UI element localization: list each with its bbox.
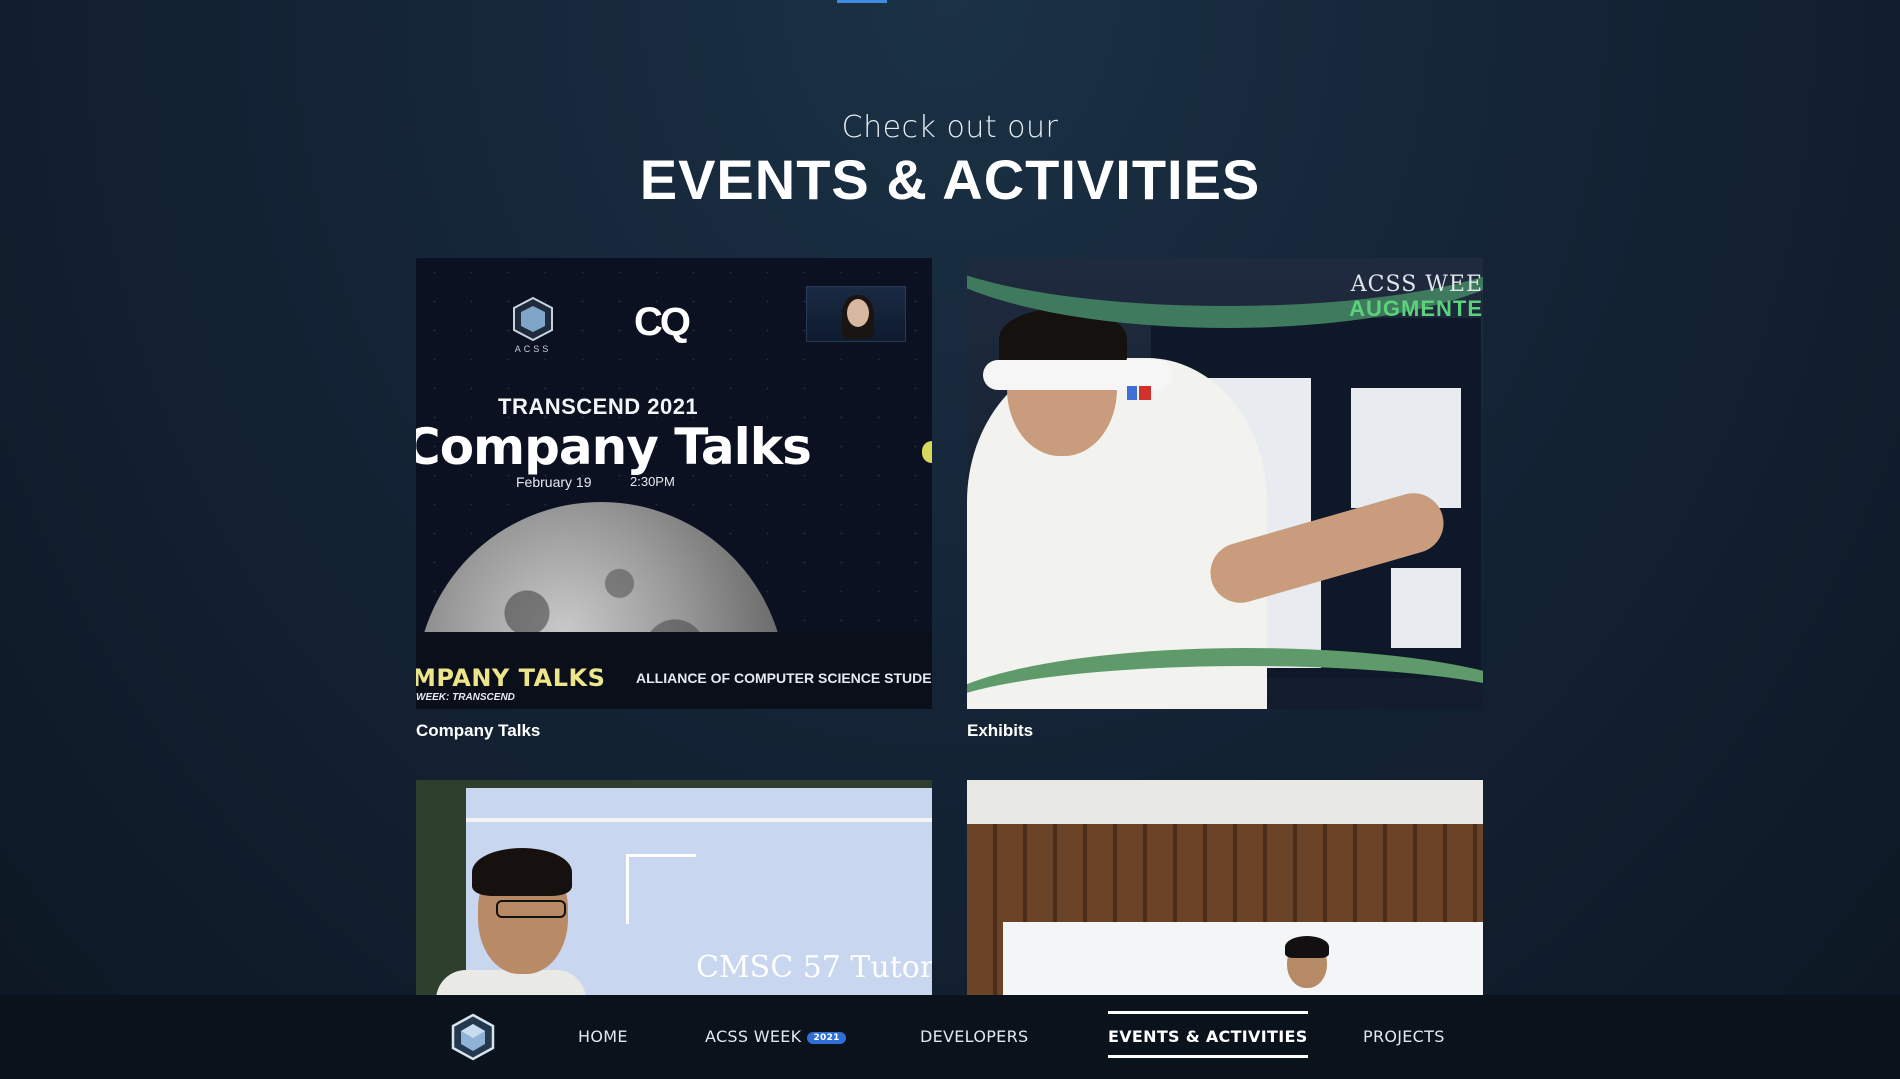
screen-corner-mark <box>626 854 696 924</box>
hexagon-logo-icon <box>513 296 553 342</box>
screen-line <box>466 818 932 822</box>
event-thumbnail[interactable]: ACSS CQ TRANSCEND 2021 Company Talks Feb… <box>416 258 932 709</box>
event-card-company-talks[interactable]: ACSS CQ TRANSCEND 2021 Company Talks Feb… <box>416 258 932 741</box>
acss-logo: ACSS <box>511 296 555 354</box>
scroll-indicator <box>837 0 887 3</box>
photo-person-hair <box>472 848 572 896</box>
projector-text: CMSC 57 Tutorials <box>696 950 932 985</box>
event-card-classroom[interactable] <box>967 780 1483 1000</box>
section-header: Check out our EVENTS & ACTIVITIES <box>0 110 1900 212</box>
nav-acss-week[interactable]: ACSS WEEK 2021 <box>705 1027 846 1046</box>
nav-home[interactable]: HOME <box>578 1027 628 1046</box>
nav-events-activities[interactable]: EVENTS & ACTIVITIES <box>1108 1011 1308 1058</box>
poster-headline: Company Talks <box>416 418 812 476</box>
poster-time: 2:30PM <box>630 474 675 489</box>
event-thumbnail[interactable]: CMSC 57 Tutorials <box>416 780 932 1000</box>
partner-logo: CQ <box>634 300 691 344</box>
video-pip <box>806 286 906 342</box>
poster-bar-org: ALLIANCE OF COMPUTER SCIENCE STUDE <box>636 670 932 686</box>
board-paper <box>1351 388 1461 508</box>
watermark-line-1: ACSS WEE <box>1350 272 1483 297</box>
event-thumbnail[interactable] <box>967 780 1483 1000</box>
nav-acss-week-label: ACSS WEEK <box>705 1027 802 1046</box>
poster-bar-title: MPANY TALKS <box>416 664 606 692</box>
section-pretitle: Check out our <box>841 110 1059 145</box>
acss-logo-icon[interactable] <box>449 1013 497 1061</box>
poster-bottom-bar: MPANY TALKS WEEK: TRANSCEND ALLIANCE OF … <box>416 632 932 709</box>
3d-lens-blue <box>1127 386 1137 400</box>
poster-kicker: TRANSCEND 2021 <box>498 394 699 419</box>
pip-person-face <box>847 299 869 327</box>
event-card-tutorials[interactable]: CMSC 57 Tutorials <box>416 780 932 1000</box>
board-paper <box>1391 568 1461 648</box>
poster-bar-subtitle: WEEK: TRANSCEND <box>416 692 515 703</box>
section-title: EVENTS & ACTIVITIES <box>639 148 1261 211</box>
whiteboard <box>1003 922 1483 1000</box>
room-ceiling <box>967 780 1483 824</box>
3d-lens-red <box>1139 386 1151 400</box>
acss-logo-text: ACSS <box>514 344 552 354</box>
event-thumbnail[interactable]: ACSS WEE AUGMENTE <box>967 258 1483 709</box>
bottom-navbar: HOME ACSS WEEK 2021 DEVELOPERS EVENTS & A… <box>0 995 1900 1079</box>
nav-year-badge: 2021 <box>807 1031 846 1044</box>
watermark-line-2: AUGMENTE <box>1349 296 1483 321</box>
nav-projects[interactable]: PROJECTS <box>1363 1027 1445 1046</box>
photo-person-glasses <box>496 900 566 918</box>
nav-developers[interactable]: DEVELOPERS <box>920 1027 1028 1046</box>
event-caption: Exhibits <box>967 721 1034 740</box>
poster-date: February 19 <box>516 474 592 490</box>
event-card-exhibits[interactable]: ACSS WEE AUGMENTE Exhibits <box>967 258 1483 741</box>
photo-speaker-hair <box>1285 936 1329 958</box>
event-caption: Company Talks <box>416 721 541 740</box>
